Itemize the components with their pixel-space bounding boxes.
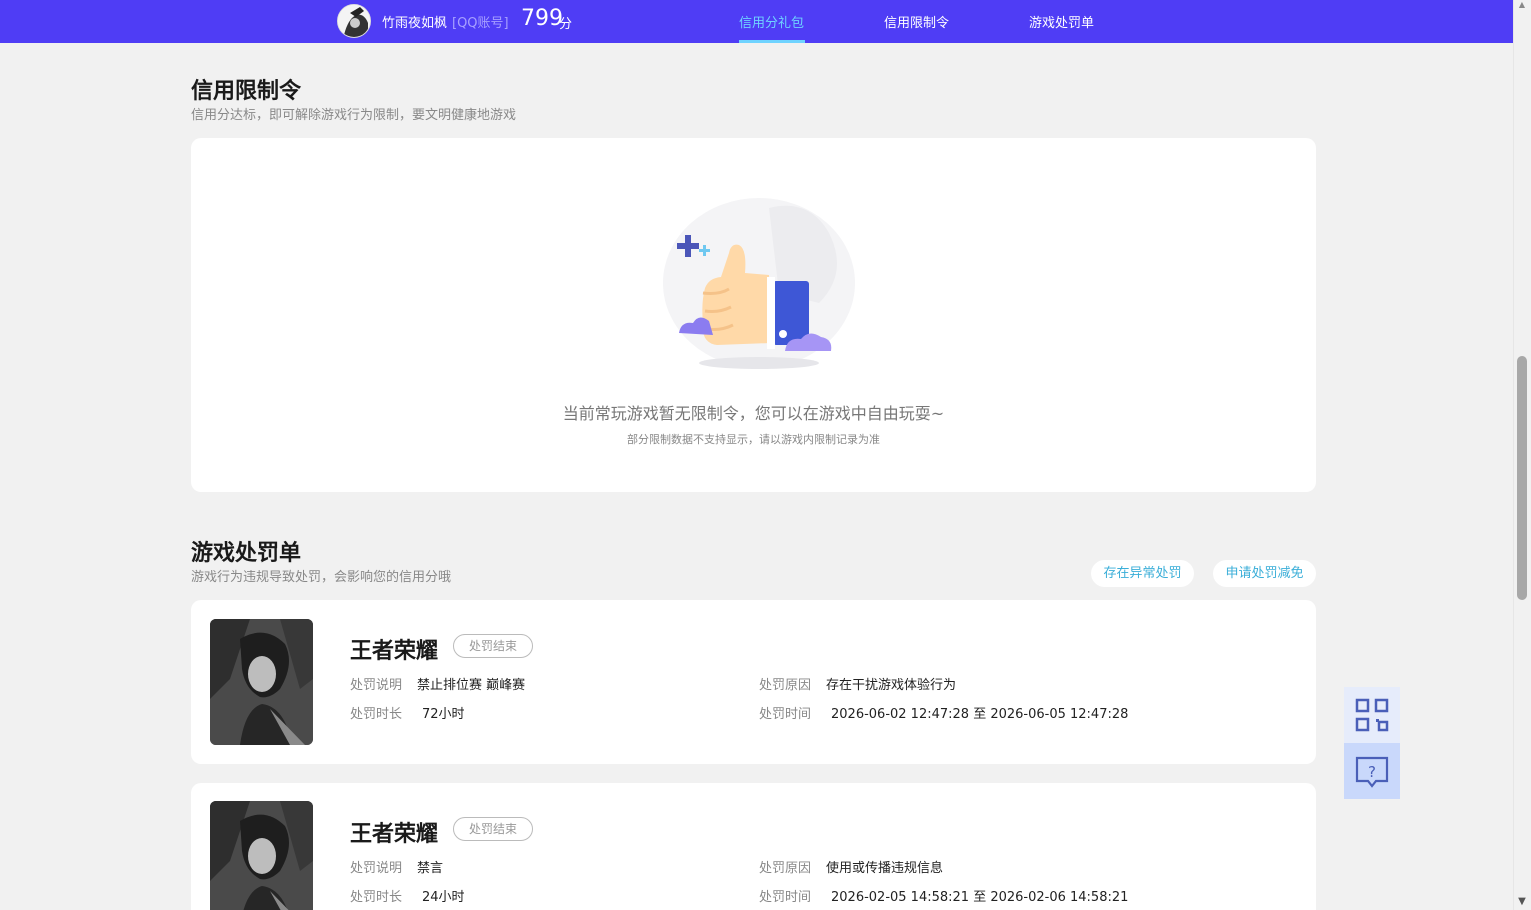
qr-code-icon: [1355, 698, 1389, 732]
scroll-down-icon[interactable]: ▼: [1516, 896, 1528, 908]
apply-penalty-relief-button[interactable]: 申请处罚减免: [1213, 560, 1316, 587]
penalty-desc-value: 禁言: [417, 861, 444, 876]
credit-score: 799: [521, 6, 563, 31]
penalty-record-card: 王者荣耀 处罚结束 处罚说明 禁言 处罚原因 使用或传播违规信息 处罚时长 24…: [191, 783, 1316, 910]
help-chat-icon: ?: [1355, 756, 1389, 788]
penalty-section-subtitle: 游戏行为违规导致处罚，会影响您的信用分哦: [191, 570, 452, 585]
penalty-duration-value: 24小时: [422, 890, 465, 905]
game-hero-image-icon: [210, 619, 313, 745]
penalty-desc-label: 处罚说明: [350, 861, 403, 876]
penalty-duration-label: 处罚时长: [350, 890, 403, 905]
empty-state-message: 当前常玩游戏暂无限制令，您可以在游戏中自由玩耍~: [562, 404, 945, 423]
qr-code-button[interactable]: [1344, 687, 1400, 743]
scrollbar-thumb[interactable]: [1517, 356, 1527, 600]
tab-credit-restriction[interactable]: 信用限制令: [884, 12, 949, 31]
avatar[interactable]: [337, 4, 371, 38]
penalty-duration-value: 72小时: [422, 707, 465, 722]
penalty-time-value: 2026-06-02 12:47:28 至 2026-06-05 12:47:2…: [831, 707, 1129, 722]
abnormal-penalty-button[interactable]: 存在异常处罚: [1091, 560, 1194, 587]
penalty-record-card: 王者荣耀 处罚结束 处罚说明 禁止排位赛 巅峰赛 处罚原因 存在干扰游戏体验行为…: [191, 600, 1316, 764]
penalty-desc-label: 处罚说明: [350, 678, 403, 693]
game-thumbnail: [210, 801, 313, 910]
scroll-up-icon[interactable]: ▲: [1516, 0, 1528, 12]
help-feedback-button[interactable]: ?: [1344, 743, 1400, 799]
penalty-duration-label: 处罚时长: [350, 707, 403, 722]
tab-credit-gift[interactable]: 信用分礼包: [739, 12, 804, 31]
penalty-time-label: 处罚时间: [759, 890, 812, 905]
empty-state-note: 部分限制数据不支持显示，请以游戏内限制记录为准: [627, 433, 880, 446]
penalty-time-label: 处罚时间: [759, 707, 812, 722]
game-thumbnail: [210, 619, 313, 745]
penalty-reason-value: 存在干扰游戏体验行为: [826, 678, 957, 693]
penalty-section-title: 游戏处罚单: [191, 541, 302, 566]
status-badge: 处罚结束: [453, 634, 533, 658]
thumbs-up-illustration-icon: [663, 198, 855, 369]
active-tab-indicator: [739, 40, 805, 43]
status-badge: 处罚结束: [453, 817, 533, 841]
game-name: 王者荣耀: [350, 822, 439, 847]
svg-text:?: ?: [1368, 763, 1376, 781]
penalty-reason-value: 使用或传播违规信息: [826, 861, 944, 876]
tab-game-penalty[interactable]: 游戏处罚单: [1029, 12, 1094, 31]
credit-score-unit: 分: [559, 17, 573, 32]
account-type: [QQ账号]: [452, 16, 509, 31]
restriction-card: 当前常玩游戏暂无限制令，您可以在游戏中自由玩耍~ 部分限制数据不支持显示，请以游…: [191, 138, 1316, 492]
restriction-section-subtitle: 信用分达标，即可解除游戏行为限制，要文明健康地游戏: [191, 108, 517, 123]
avatar-image-icon: [338, 5, 370, 37]
penalty-reason-label: 处罚原因: [759, 861, 812, 876]
game-name: 王者荣耀: [350, 639, 439, 664]
top-nav-bar: 竹雨夜如枫 [QQ账号] 799 分 信用分礼包 信用限制令 游戏处罚单: [0, 0, 1513, 43]
username: 竹雨夜如枫: [382, 16, 448, 31]
restriction-section-title: 信用限制令: [191, 79, 302, 104]
penalty-reason-label: 处罚原因: [759, 678, 812, 693]
penalty-time-value: 2026-02-05 14:58:21 至 2026-02-06 14:58:2…: [831, 890, 1129, 905]
penalty-desc-value: 禁止排位赛 巅峰赛: [417, 678, 526, 693]
game-hero-image-icon: [210, 801, 313, 910]
